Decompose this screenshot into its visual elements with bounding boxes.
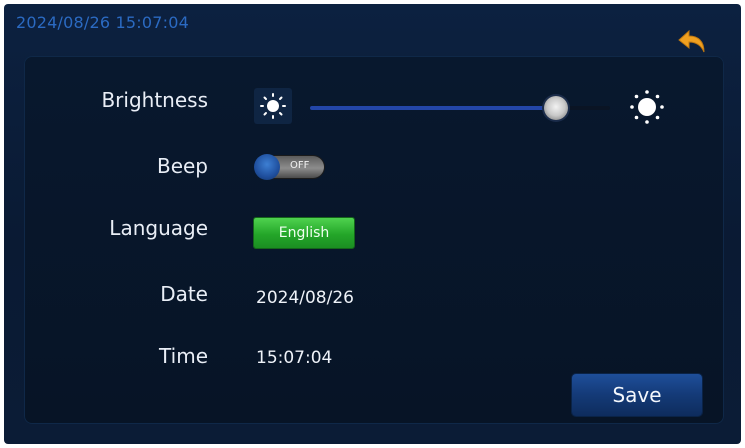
brightness-decrease-button[interactable]: [254, 88, 292, 124]
brightness-slider[interactable]: [310, 96, 610, 120]
date-label: Date: [160, 282, 208, 306]
sun-large-icon: [630, 90, 664, 124]
back-button[interactable]: [676, 28, 708, 56]
brightness-slider-thumb[interactable]: [544, 96, 568, 120]
settings-screen: 2024/08/26 15:07:04 Brightness Beep OFF …: [4, 4, 741, 444]
language-button[interactable]: English: [254, 218, 354, 248]
brightness-increase-button[interactable]: [628, 88, 666, 126]
language-label: Language: [109, 216, 208, 240]
time-label: Time: [159, 344, 208, 368]
save-button[interactable]: Save: [572, 374, 702, 416]
return-arrow-icon: [678, 29, 705, 53]
beep-toggle-knob: [254, 154, 280, 180]
time-value[interactable]: 15:07:04: [256, 348, 332, 368]
beep-label: Beep: [156, 154, 208, 178]
beep-toggle[interactable]: OFF: [254, 154, 326, 180]
beep-toggle-state: OFF: [290, 160, 310, 171]
date-value[interactable]: 2024/08/26: [256, 288, 354, 308]
brightness-label: Brightness: [101, 88, 208, 112]
status-datetime: 2024/08/26 15:07:04: [16, 13, 189, 32]
sun-small-icon: [260, 93, 286, 119]
brightness-slider-fill: [310, 106, 556, 110]
